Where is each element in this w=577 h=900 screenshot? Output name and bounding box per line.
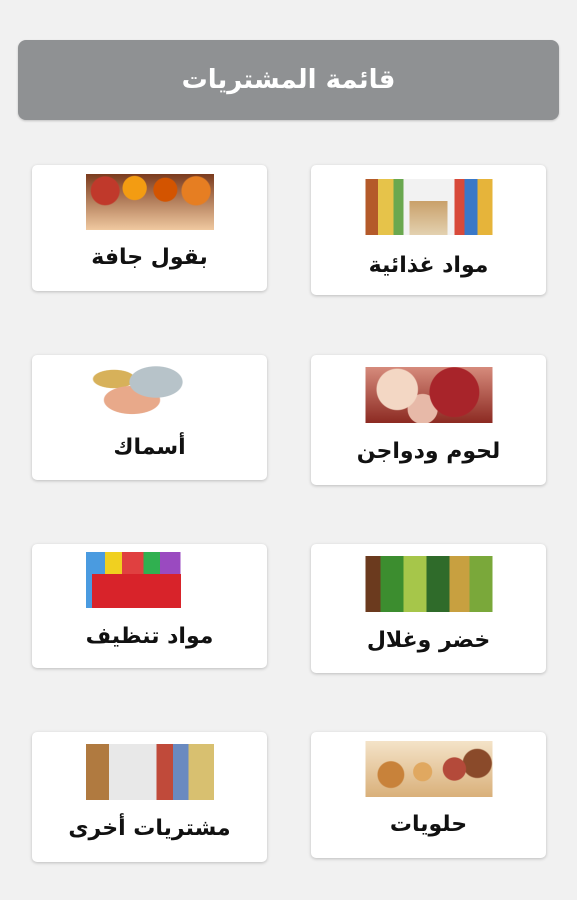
category-card-vegetables-fruits[interactable]: خضر وغلال <box>311 544 546 673</box>
sweets-image <box>365 741 492 797</box>
category-label: خضر وغلال <box>366 628 491 653</box>
vegetables-fruits-image <box>365 556 492 612</box>
spices-image <box>85 174 214 230</box>
category-label: مواد تنظيف <box>85 624 214 649</box>
category-label: مواد غذائية <box>368 253 489 278</box>
category-card-dry-legumes[interactable]: بقول جافة <box>32 165 267 291</box>
page-title: قائمة المشتريات <box>18 40 559 120</box>
category-card-food[interactable]: مواد غذائية <box>311 165 546 295</box>
category-label: بقول جافة <box>91 245 208 270</box>
page-title-text: قائمة المشتريات <box>181 65 396 95</box>
category-label: لحوم ودواجن <box>356 439 501 464</box>
category-label: حلويات <box>389 812 468 837</box>
category-card-other-purchases[interactable]: مشتريات أخرى <box>32 732 267 862</box>
other-purchases-image <box>85 744 214 800</box>
category-card-fish[interactable]: أسماك <box>32 355 267 480</box>
category-label: أسماك <box>113 435 186 460</box>
category-label: مشتريات أخرى <box>68 816 231 841</box>
supermarket-aisle-image <box>365 179 492 235</box>
meat-poultry-image <box>365 367 492 423</box>
category-card-sweets[interactable]: حلويات <box>311 732 546 858</box>
fish-image <box>89 361 210 421</box>
category-card-cleaning[interactable]: مواد تنظيف <box>32 544 267 668</box>
category-card-meat-poultry[interactable]: لحوم ودواجن <box>311 355 546 485</box>
cleaning-products-image <box>85 552 214 608</box>
